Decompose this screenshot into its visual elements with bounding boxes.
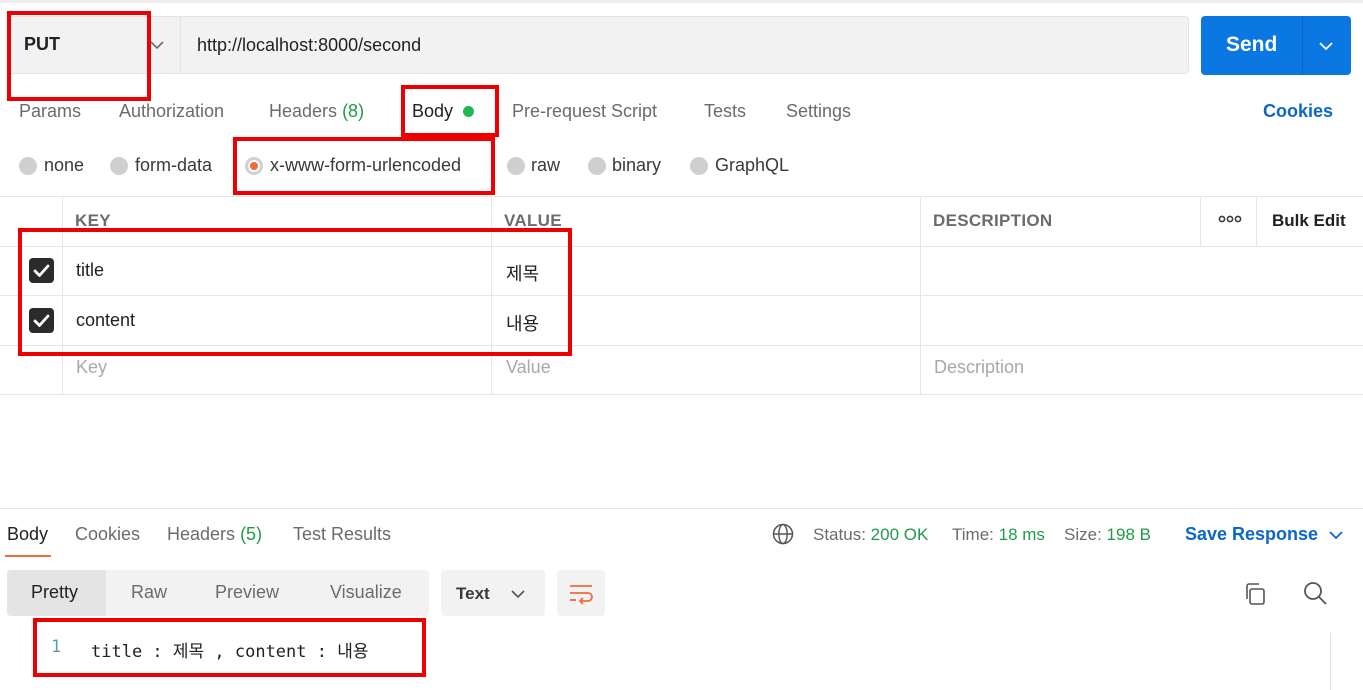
time-label: Time: — [952, 525, 994, 544]
column-header-description: DESCRIPTION — [933, 211, 1053, 230]
headers-count: (8) — [342, 101, 365, 121]
table-col-divider — [1256, 196, 1257, 246]
size-label: Size: — [1064, 525, 1102, 544]
response-tab-test-results[interactable]: Test Results — [293, 524, 391, 545]
annotation-response-box — [33, 618, 426, 677]
radio-none-label: none — [44, 155, 85, 175]
status-label: Status: — [813, 525, 866, 544]
table-col-divider — [1200, 196, 1201, 246]
tab-params[interactable]: Params — [19, 101, 81, 122]
status-value: 200 OK — [870, 525, 929, 544]
response-tab-headers-label: Headers — [167, 524, 236, 544]
cookies-link[interactable]: Cookies — [1263, 101, 1333, 122]
tab-headers[interactable]: Headers (8) — [269, 101, 364, 122]
send-separator — [1302, 16, 1303, 75]
send-options-chevron-icon[interactable] — [1317, 37, 1335, 55]
response-divider — [0, 508, 1363, 509]
radio-raw[interactable] — [507, 157, 525, 175]
tab-headers-label: Headers — [269, 101, 338, 121]
send-label: Send — [1226, 33, 1278, 56]
tab-authorization[interactable]: Authorization — [119, 101, 224, 122]
view-mode-preview[interactable]: Preview — [215, 582, 279, 603]
response-tab-underline — [5, 555, 51, 557]
editor-scroll-edge — [1330, 633, 1331, 690]
annotation-params-box — [18, 228, 572, 356]
copy-icon[interactable] — [1243, 582, 1267, 606]
url-text: http://localhost:8000/second — [197, 35, 422, 55]
radio-raw-label: raw — [531, 155, 561, 175]
response-tab-headers[interactable]: Headers (5) — [167, 524, 262, 545]
response-tab-cookies[interactable]: Cookies — [75, 524, 140, 545]
radio-binary-label: binary — [612, 155, 662, 175]
tab-tests[interactable]: Tests — [704, 101, 746, 122]
more-options-icon[interactable] — [1218, 214, 1242, 224]
annotation-urlencoded-box — [233, 137, 495, 195]
tab-pre-request-script[interactable]: Pre-request Script — [512, 101, 657, 122]
search-icon[interactable] — [1302, 580, 1328, 606]
radio-form-data-label: form-data — [135, 155, 213, 175]
response-tab-body[interactable]: Body — [7, 524, 48, 545]
time-readout: Time: 18 ms — [952, 525, 1045, 545]
annotation-body-tab-box — [401, 85, 499, 137]
time-value: 18 ms — [998, 525, 1045, 544]
new-description-placeholder[interactable]: Description — [934, 357, 1024, 378]
radio-graphql[interactable] — [690, 157, 708, 175]
radio-form-data[interactable] — [110, 157, 128, 175]
status-readout: Status: 200 OK — [813, 525, 928, 545]
globe-icon[interactable] — [772, 523, 794, 545]
wrap-lines-icon — [570, 585, 593, 605]
view-mode-visualize[interactable]: Visualize — [330, 582, 402, 603]
tab-settings[interactable]: Settings — [786, 101, 851, 122]
size-readout: Size: 198 B — [1064, 525, 1151, 545]
radio-none[interactable] — [19, 157, 37, 175]
radio-graphql-label: GraphQL — [715, 155, 790, 175]
annotation-method-box — [7, 11, 151, 101]
save-response-button[interactable]: Save Response — [1185, 524, 1318, 545]
new-value-placeholder[interactable]: Value — [506, 357, 551, 378]
chevron-down-icon[interactable] — [1327, 526, 1345, 544]
table-col-divider — [920, 196, 921, 394]
bulk-edit-button[interactable]: Bulk Edit — [1272, 211, 1346, 231]
new-key-placeholder[interactable]: Key — [76, 357, 107, 378]
size-value: 198 B — [1106, 525, 1151, 544]
view-mode-pretty[interactable]: Pretty — [31, 582, 78, 603]
chevron-down-icon[interactable] — [509, 585, 527, 603]
top-border — [0, 0, 1363, 3]
radio-binary[interactable] — [588, 157, 606, 175]
response-headers-count: (5) — [240, 524, 263, 544]
format-select-label: Text — [456, 584, 490, 603]
table-top-border — [0, 196, 1363, 197]
view-mode-raw[interactable]: Raw — [131, 582, 167, 603]
table-bottom-border — [0, 394, 1363, 395]
